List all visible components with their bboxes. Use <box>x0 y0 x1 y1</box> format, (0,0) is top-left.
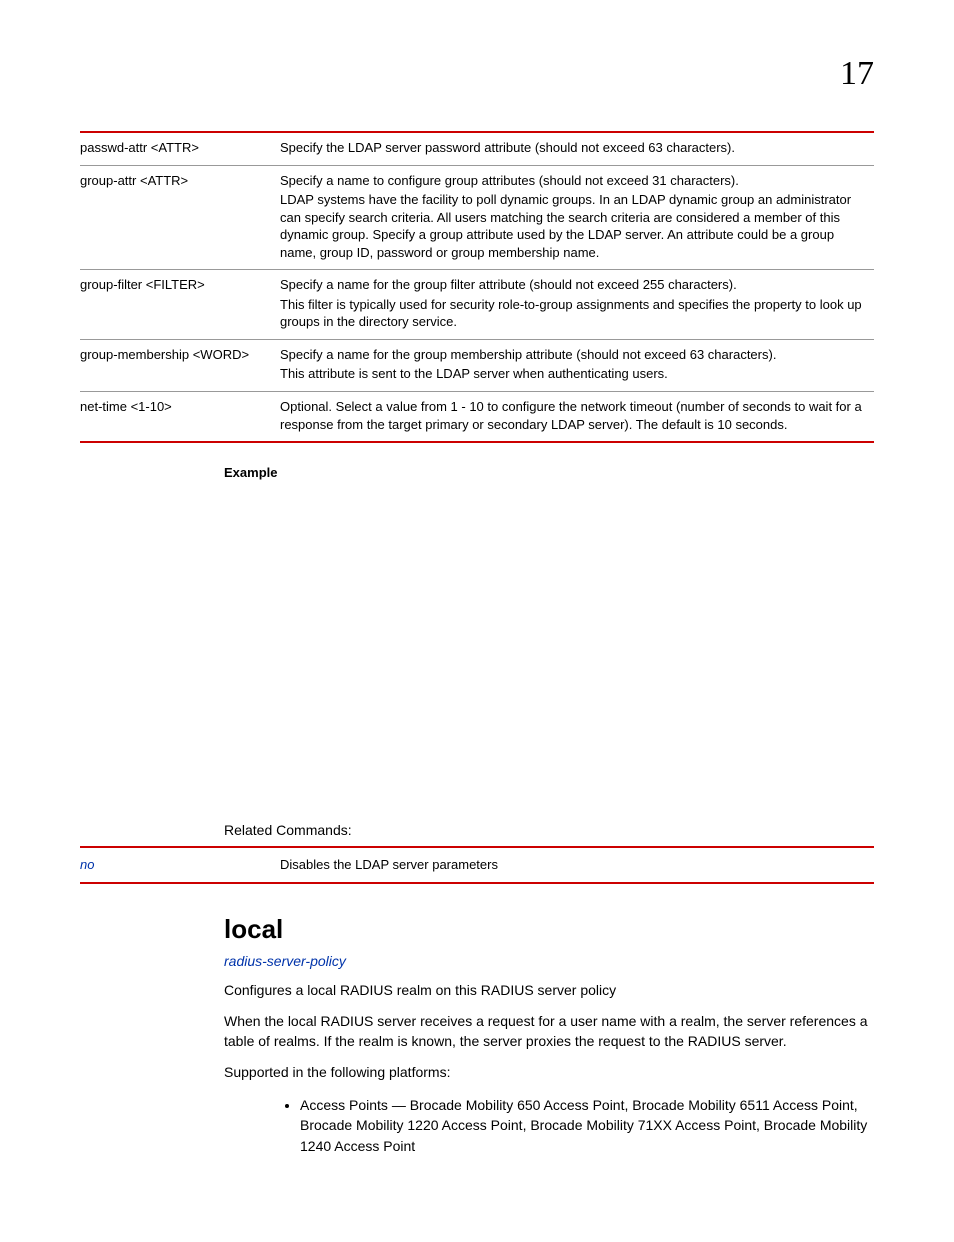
command-parent-link[interactable]: radius-server-policy <box>224 953 874 969</box>
param-name: group-attr <ATTR> <box>80 165 280 270</box>
body-paragraph: Supported in the following platforms: <box>224 1063 874 1083</box>
param-desc: Specify a name for the group filter attr… <box>280 270 874 340</box>
param-desc: Specify the LDAP server password attribu… <box>280 132 874 165</box>
table-row: no Disables the LDAP server parameters <box>80 847 874 883</box>
table-row: passwd-attr <ATTR> Specify the LDAP serv… <box>80 132 874 165</box>
parameters-table: passwd-attr <ATTR> Specify the LDAP serv… <box>80 131 874 443</box>
param-name: passwd-attr <ATTR> <box>80 132 280 165</box>
param-name: group-membership <WORD> <box>80 339 280 391</box>
body-paragraph: Configures a local RADIUS realm on this … <box>224 981 874 1001</box>
param-name: net-time <1-10> <box>80 392 280 443</box>
table-row: net-time <1-10> Optional. Select a value… <box>80 392 874 443</box>
chapter-number: 17 <box>840 55 874 93</box>
param-desc: Optional. Select a value from 1 - 10 to … <box>280 392 874 443</box>
command-heading-local: local <box>224 914 874 945</box>
param-desc: Specify a name to configure group attrib… <box>280 165 874 270</box>
body-paragraph: When the local RADIUS server receives a … <box>224 1012 874 1051</box>
table-row: group-membership <WORD> Specify a name f… <box>80 339 874 391</box>
related-commands-table: no Disables the LDAP server parameters <box>80 846 874 884</box>
table-row: group-filter <FILTER> Specify a name for… <box>80 270 874 340</box>
related-cmd-desc: Disables the LDAP server parameters <box>280 847 874 883</box>
related-cmd-name: no <box>80 847 280 883</box>
example-heading: Example <box>224 465 874 480</box>
param-desc: Specify a name for the group membership … <box>280 339 874 391</box>
list-item: Access Points — Brocade Mobility 650 Acc… <box>300 1095 874 1156</box>
supported-platforms-list: Access Points — Brocade Mobility 650 Acc… <box>284 1095 874 1156</box>
param-name: group-filter <FILTER> <box>80 270 280 340</box>
table-row: group-attr <ATTR> Specify a name to conf… <box>80 165 874 270</box>
related-commands-heading: Related Commands: <box>224 822 874 838</box>
